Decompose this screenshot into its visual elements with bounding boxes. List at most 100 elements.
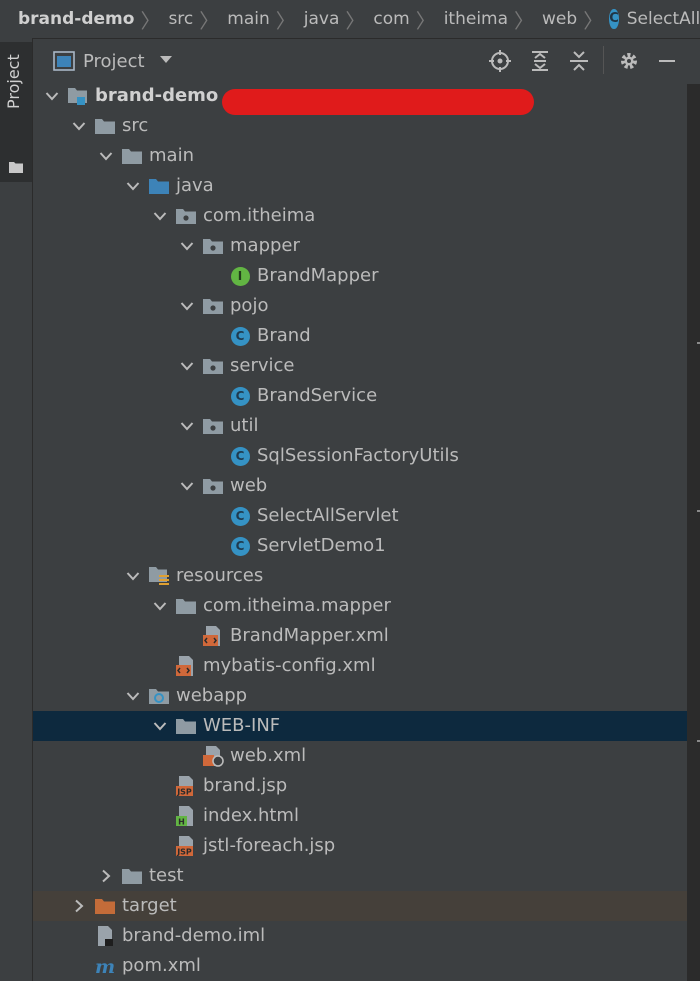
tree-item-label: SqlSessionFactoryUtils [257, 445, 459, 466]
class-icon: C [229, 325, 251, 347]
tree-item[interactable]: C SelectAllServlet [33, 501, 700, 531]
tree-item[interactable]: util [33, 411, 700, 441]
chevron-right-icon[interactable] [70, 891, 88, 921]
folder-icon [121, 145, 143, 167]
tree-item[interactable]: C Brand [33, 321, 700, 351]
tree-item[interactable]: mapper [33, 231, 700, 261]
tree-item[interactable]: web [33, 471, 700, 501]
view-dropdown[interactable] [159, 54, 173, 69]
chevron-down-icon[interactable] [43, 81, 61, 111]
breadcrumb-item[interactable]: itheima [440, 9, 512, 29]
excluded-folder-icon [94, 895, 116, 917]
tree-item[interactable]: m pom.xml [33, 951, 700, 981]
class-icon-letter: C [230, 386, 250, 406]
tree-item[interactable]: com.itheima.mapper [33, 591, 700, 621]
minimize-icon [659, 60, 675, 62]
breadcrumb-item[interactable]: java [300, 9, 344, 29]
svg-text:JSP: JSP [176, 788, 192, 797]
tree-item[interactable]: java [33, 171, 700, 201]
collapse-all-icon [570, 51, 588, 71]
tree-item[interactable]: pojo [33, 291, 700, 321]
class-icon-letter: C [230, 326, 250, 346]
package-icon [175, 205, 197, 227]
chevron-down-icon[interactable] [178, 291, 196, 321]
chevron-down-icon[interactable] [151, 711, 169, 741]
tree-item[interactable]: C BrandService [33, 381, 700, 411]
chevron-down-icon[interactable] [70, 111, 88, 141]
folder-icon [94, 115, 116, 137]
tree-item[interactable]: C SqlSessionFactoryUtils [33, 441, 700, 471]
class-icon: C [229, 445, 251, 467]
tree-item[interactable]: com.itheima [33, 201, 700, 231]
package-icon [202, 355, 224, 377]
breadcrumb-item[interactable]: src [164, 9, 197, 29]
chevron-down-icon[interactable] [151, 591, 169, 621]
project-tool-window-button[interactable]: Project [0, 42, 32, 182]
breadcrumb-item[interactable]: web [538, 9, 581, 29]
tree-item[interactable]: service [33, 351, 700, 381]
tree-item[interactable]: WEB-INF [33, 711, 700, 741]
breadcrumb-item[interactable]: main [223, 9, 273, 29]
package-icon [202, 415, 224, 437]
hide-panel-button[interactable] [656, 50, 678, 72]
web-xml-file-icon [202, 745, 224, 767]
chevron-right-icon[interactable] [97, 861, 115, 891]
chevron-down-icon[interactable] [151, 201, 169, 231]
tree-item-label: SelectAllServlet [257, 505, 399, 526]
package-icon [202, 475, 224, 497]
header-divider [603, 46, 604, 74]
module-icon [67, 85, 89, 107]
redaction-mark [222, 89, 534, 115]
locate-button[interactable] [489, 50, 511, 72]
xml-file-icon [202, 625, 224, 647]
jsp-file-icon: JSP [175, 775, 197, 797]
chevron-down-icon[interactable] [124, 561, 142, 591]
collapse-all-button[interactable] [568, 50, 590, 72]
tree-item[interactable]: mybatis-config.xml [33, 651, 700, 681]
breadcrumb-current[interactable]: SelectAllServlet [623, 9, 700, 29]
tree-item[interactable]: web.xml [33, 741, 700, 771]
chevron-down-icon[interactable] [124, 171, 142, 201]
chevron-down-icon[interactable] [124, 681, 142, 711]
breadcrumb-separator-icon: 〉 [199, 8, 220, 33]
tree-item[interactable]: Hindex.html [33, 801, 700, 831]
tree-item[interactable]: target [33, 891, 700, 921]
tree-item-label: Brand [257, 325, 311, 346]
tree-item[interactable]: JSP brand.jsp [33, 771, 700, 801]
gear-icon [621, 53, 637, 69]
chevron-down-icon[interactable] [178, 471, 196, 501]
folder-icon [175, 595, 197, 617]
tree-item[interactable]: C ServletDemo1 [33, 531, 700, 561]
editor-edge [687, 84, 700, 981]
class-icon: C [609, 9, 619, 29]
breadcrumb-item[interactable]: com [369, 9, 413, 29]
chevron-down-icon[interactable] [178, 351, 196, 381]
tree-item[interactable]: src [33, 111, 700, 141]
folder-icon [175, 715, 197, 737]
web-folder-icon [148, 685, 170, 707]
tree-item-label: BrandService [257, 385, 378, 406]
tree-item[interactable]: I BrandMapper [33, 261, 700, 291]
tree-item-label: jstl-foreach.jsp [203, 835, 336, 856]
tree-item[interactable]: JSP jstl-foreach.jsp [33, 831, 700, 861]
chevron-down-icon[interactable] [97, 141, 115, 171]
breadcrumb-separator-icon: 〉 [345, 8, 366, 33]
html-file-icon: H [175, 805, 197, 827]
class-icon-letter: C [230, 446, 250, 466]
tree-item[interactable]: brand-demo.iml [33, 921, 700, 951]
tree-item[interactable]: test [33, 861, 700, 891]
chevron-down-icon[interactable] [178, 231, 196, 261]
tree-item[interactable]: resources [33, 561, 700, 591]
expand-all-button[interactable] [529, 50, 551, 72]
tree-item-label: brand.jsp [203, 775, 288, 796]
breadcrumb-item[interactable]: brand-demo [0, 9, 138, 29]
tree-item[interactable]: BrandMapper.xml [33, 621, 700, 651]
tree-item[interactable]: webapp [33, 681, 700, 711]
tree-item[interactable]: main [33, 141, 700, 171]
tool-window-stripe: Project [0, 38, 33, 981]
tree-item-label: main [149, 145, 194, 166]
breadcrumb-separator-icon: 〉 [514, 8, 535, 33]
settings-button[interactable] [618, 50, 640, 72]
tree-item-label: BrandMapper.xml [230, 625, 389, 646]
chevron-down-icon[interactable] [178, 411, 196, 441]
